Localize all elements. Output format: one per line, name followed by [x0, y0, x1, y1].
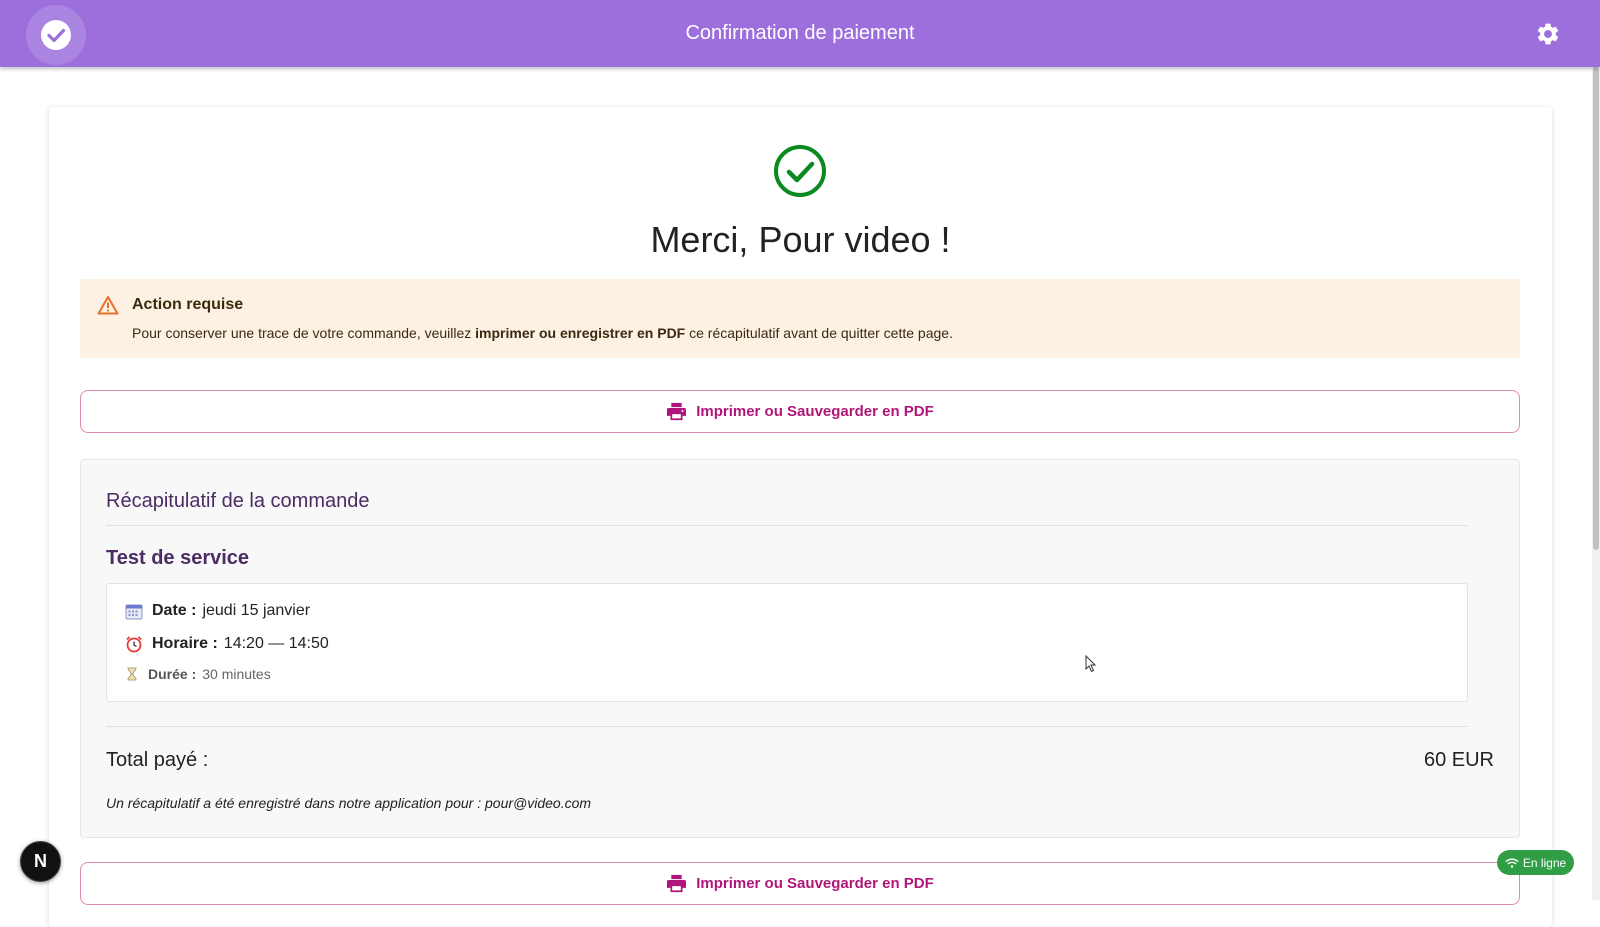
print-pdf-button[interactable]: Imprimer ou Sauvegarder en PDF — [80, 390, 1520, 433]
time-label: Horaire : — [152, 635, 218, 652]
time-row: Horaire : 14:20 — 14:50 — [125, 635, 329, 653]
printer-icon — [667, 874, 687, 893]
action-required-alert: Action requise Pour conserver une trace … — [80, 279, 1520, 358]
printer-icon — [667, 402, 687, 421]
thank-you-heading: Merci, Pour video ! — [650, 219, 951, 260]
total-amount: 60 EUR — [1423, 749, 1494, 771]
success-check-icon — [772, 143, 828, 199]
summary-note: Un récapitulatif a été enregistré dans n… — [106, 795, 592, 811]
page-scrollbar[interactable] — [1592, 67, 1600, 900]
summary-title: Récapitulatif de la commande — [106, 490, 370, 512]
calendar-icon — [125, 602, 143, 620]
warning-icon — [97, 295, 119, 315]
hourglass-icon — [125, 667, 139, 681]
divider — [106, 726, 1468, 727]
alert-message: Pour conserver une trace de votre comman… — [132, 325, 953, 341]
booking-details: Date : jeudi 15 janvier Horaire : 14:20 … — [106, 583, 1468, 702]
gear-icon[interactable] — [1535, 21, 1561, 47]
duration-row: Durée : 30 minutes — [125, 666, 271, 682]
wifi-icon — [1505, 857, 1519, 868]
confirmation-card: Merci, Pour video ! Action requise Pour … — [49, 107, 1552, 927]
alert-title: Action requise — [132, 296, 244, 313]
duration-label: Durée : — [148, 666, 197, 682]
alert-message-end: ce récapitulatif avant de quitter cette … — [685, 325, 953, 341]
alert-message-start: Pour conserver une trace de votre comman… — [132, 325, 476, 341]
app-header: Confirmation de paiement — [0, 0, 1600, 67]
print-button-label: Imprimer ou Sauvegarder en PDF — [696, 403, 934, 420]
check-circle-icon[interactable] — [26, 5, 86, 65]
service-name: Test de service — [106, 547, 250, 569]
duration-value: 30 minutes — [202, 666, 271, 682]
print-pdf-button-bottom[interactable]: Imprimer ou Sauvegarder en PDF — [80, 862, 1520, 905]
mouse-cursor-icon — [1085, 655, 1097, 673]
alarm-clock-icon — [125, 635, 143, 653]
page-title: Confirmation de paiement — [685, 22, 915, 44]
n-logo-button[interactable]: N — [20, 841, 61, 882]
scrollbar-thumb[interactable] — [1593, 67, 1599, 550]
date-label: Date : — [152, 602, 197, 619]
divider — [106, 525, 1468, 526]
alert-message-emphasis: imprimer ou enregistrer en PDF — [475, 325, 686, 341]
online-status-badge: En ligne — [1497, 850, 1574, 875]
total-label: Total payé : — [106, 749, 209, 771]
online-status-label: En ligne — [1522, 855, 1567, 870]
date-row: Date : jeudi 15 janvier — [125, 602, 310, 620]
time-value: 14:20 — 14:50 — [223, 635, 329, 652]
order-summary: Récapitulatif de la commande Test de ser… — [80, 459, 1520, 838]
print-button-label: Imprimer ou Sauvegarder en PDF — [696, 875, 934, 892]
date-value: jeudi 15 janvier — [202, 602, 311, 619]
